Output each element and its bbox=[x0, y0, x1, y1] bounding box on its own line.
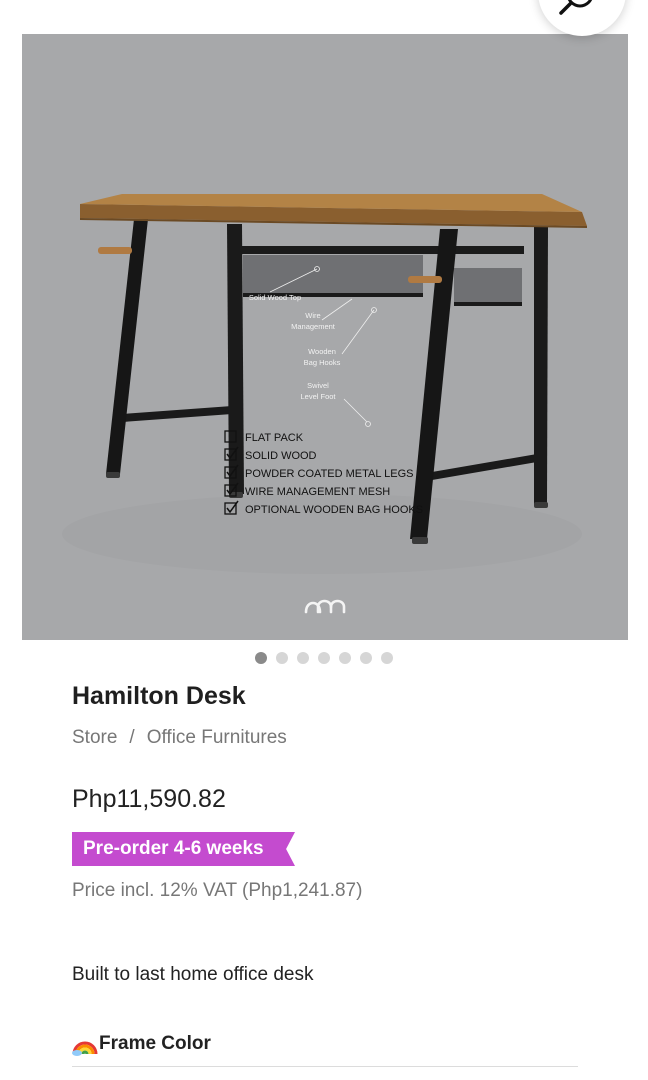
checklist-item: FLAT PACK bbox=[245, 432, 304, 444]
zoom-button[interactable] bbox=[538, 0, 626, 36]
checklist-item: POWDER COATED METAL LEGS bbox=[245, 468, 414, 480]
frame-color-label: Frame Color bbox=[99, 1033, 211, 1054]
carousel-dot[interactable] bbox=[276, 652, 288, 664]
breadcrumb-category-link[interactable]: Office Furnitures bbox=[147, 727, 287, 748]
checklist-item: SOLID WOOD bbox=[245, 450, 317, 462]
checklist-item: OPTIONAL WOODEN BAG HOOKS bbox=[245, 504, 423, 516]
carousel-dot[interactable] bbox=[318, 652, 330, 664]
label-solid-wood-top: Solid Wood Top bbox=[249, 293, 301, 302]
brand-logo bbox=[304, 599, 346, 614]
wire-mesh-panel bbox=[243, 255, 423, 293]
label-swivel: Swivel bbox=[307, 381, 329, 390]
checklist-item: WIRE MANAGEMENT MESH bbox=[245, 486, 390, 498]
label-wire: Wire bbox=[305, 311, 320, 320]
label-wooden: Wooden bbox=[308, 347, 336, 356]
magnifier-icon bbox=[559, 0, 593, 15]
rainbow-icon bbox=[72, 1041, 98, 1056]
product-title: Hamilton Desk bbox=[72, 682, 246, 710]
carousel-dot[interactable] bbox=[255, 652, 267, 664]
product-description: Built to last home office desk bbox=[72, 964, 314, 985]
preorder-badge-label: Pre-order 4-6 weeks bbox=[83, 838, 264, 859]
carousel-dot[interactable] bbox=[339, 652, 351, 664]
product-image[interactable]: Solid Wood Top Wire Management Wooden Ba… bbox=[22, 34, 628, 640]
frame-color-option[interactable]: Frame Color bbox=[72, 1032, 211, 1056]
label-wire-management: Management bbox=[291, 322, 336, 331]
breadcrumb: Store / Office Furnitures bbox=[72, 727, 287, 749]
feature-checklist: FLAT PACK SOLID WOOD POWDER COATED METAL… bbox=[224, 430, 423, 516]
carousel-dot[interactable] bbox=[360, 652, 372, 664]
label-bag-hooks: Bag Hooks bbox=[304, 358, 341, 367]
breadcrumb-store-link[interactable]: Store bbox=[72, 727, 117, 748]
bag-hook-left bbox=[98, 247, 132, 254]
bag-hook-right bbox=[408, 276, 442, 283]
desk-leg-back-right bbox=[534, 226, 548, 504]
product-price: Php11,590.82 bbox=[72, 785, 226, 813]
carousel-dot[interactable] bbox=[381, 652, 393, 664]
vat-note: Price incl. 12% VAT (Php1,241.87) bbox=[72, 880, 363, 901]
desk-leg-front-left bbox=[106, 219, 148, 474]
carousel-indicator bbox=[0, 652, 648, 664]
preorder-badge: Pre-order 4-6 weeks bbox=[72, 832, 295, 866]
carousel-dot[interactable] bbox=[297, 652, 309, 664]
breadcrumb-separator: / bbox=[129, 727, 135, 748]
label-level-foot: Level Foot bbox=[300, 392, 336, 401]
divider bbox=[72, 1066, 578, 1067]
back-rail bbox=[238, 246, 524, 254]
